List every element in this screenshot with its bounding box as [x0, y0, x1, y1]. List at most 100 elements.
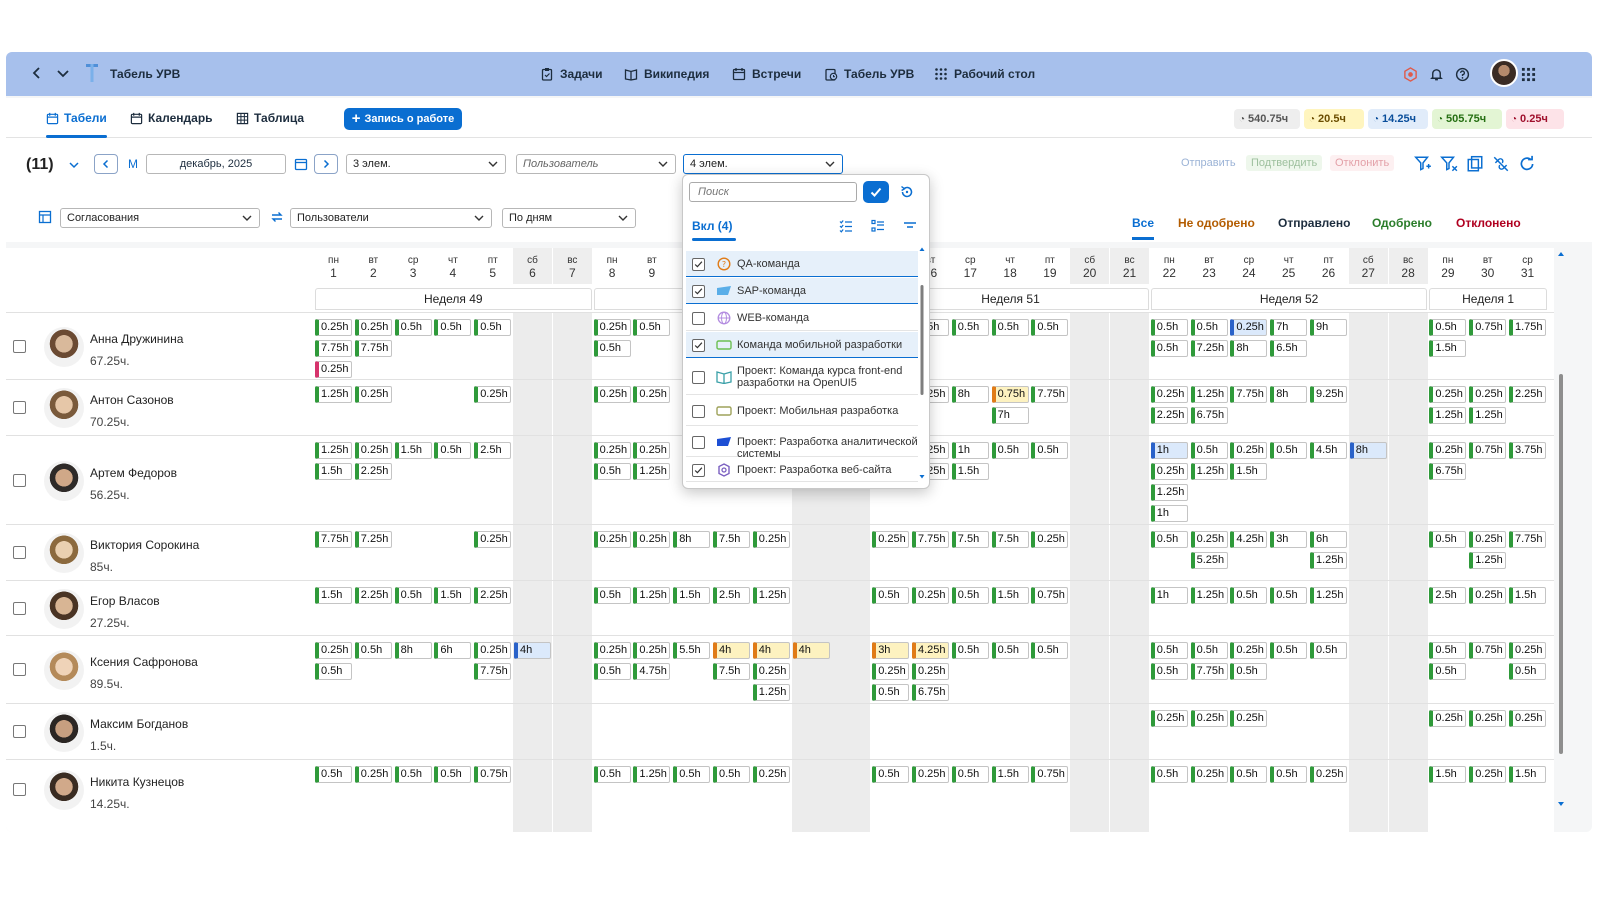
time-entry[interactable]: 7.5h [713, 531, 750, 548]
time-entry[interactable]: 0.5h [1230, 663, 1268, 680]
team-option[interactable]: Проект: Мобильная разработка [686, 396, 918, 426]
time-entry[interactable]: 0.25h [1150, 710, 1188, 727]
time-entry[interactable]: 0.5h [1429, 531, 1467, 548]
time-entry[interactable]: 0.25h [1429, 386, 1467, 403]
time-entry[interactable]: 0.25h [1190, 710, 1228, 727]
time-entry[interactable]: 2.25h [354, 463, 392, 480]
time-entry[interactable]: 0.5h [593, 663, 631, 680]
time-entry[interactable]: 0.25h [593, 319, 631, 336]
time-entry[interactable]: 1.5h [1230, 463, 1268, 480]
time-entry[interactable]: 5.5h [673, 642, 711, 659]
option-checkbox[interactable] [692, 370, 705, 384]
time-entry[interactable]: 0.5h [593, 587, 631, 604]
time-entry[interactable]: 0.75h [1031, 766, 1069, 783]
tab-calendar[interactable]: Календарь [130, 108, 213, 128]
time-entry[interactable]: 0.25h [1469, 710, 1507, 727]
time-entry[interactable]: 0.25h [1469, 587, 1507, 604]
time-entry[interactable]: 1.25h [1190, 463, 1228, 480]
team-option[interactable]: Проект: Команда курса front-end разработ… [686, 359, 918, 395]
user-select[interactable]: Пользователь [516, 154, 676, 174]
time-entry[interactable]: 7h [991, 407, 1029, 424]
time-entry[interactable]: 0.25h [1150, 463, 1188, 480]
time-entry[interactable]: 6.75h [912, 684, 949, 701]
time-entry[interactable]: 1.25h [1150, 484, 1188, 501]
refresh-icon[interactable] [1518, 155, 1536, 173]
time-entry[interactable]: 0.5h [1031, 442, 1069, 459]
time-entry[interactable]: 0.5h [1270, 642, 1308, 659]
time-entry[interactable]: 0.5h [394, 766, 432, 783]
time-entry[interactable]: 0.75h [1031, 587, 1069, 604]
time-entry[interactable]: 0.25h [752, 663, 790, 680]
row-checkbox[interactable] [13, 663, 26, 676]
chevron-down-icon[interactable] [56, 66, 70, 80]
status-tab[interactable]: Одобрено [1372, 216, 1432, 230]
time-entry[interactable]: 1.5h [991, 766, 1029, 783]
view-select[interactable]: Согласования [60, 208, 260, 228]
time-entry[interactable]: 0.5h [434, 442, 472, 459]
time-entry[interactable]: 2.25h [474, 587, 512, 604]
time-entry[interactable]: 1.25h [633, 766, 671, 783]
time-entry[interactable]: 7.5h [991, 531, 1029, 548]
time-entry[interactable]: 0.75h [1469, 319, 1507, 336]
time-entry[interactable]: 0.25h [1230, 442, 1268, 459]
nav-meetings[interactable]: Встречи [732, 62, 801, 86]
time-entry[interactable]: 4h [713, 642, 750, 659]
time-entry[interactable]: 1.5h [673, 587, 711, 604]
time-entry[interactable]: 1h [1150, 442, 1188, 459]
time-entry[interactable]: 0.5h [1230, 587, 1268, 604]
status-tab[interactable]: Отклонено [1456, 216, 1521, 230]
time-entry[interactable]: 1.5h [434, 587, 472, 604]
time-entry[interactable]: 0.75h [1469, 642, 1507, 659]
time-entry[interactable]: 8h [1349, 442, 1387, 459]
tab-timesheets[interactable]: Табели [46, 108, 107, 138]
time-entry[interactable]: 6.75h [1190, 407, 1228, 424]
time-entry[interactable]: 0.25h [1469, 766, 1507, 783]
time-entry[interactable]: 0.25h [315, 361, 352, 378]
nav-timesheet[interactable]: Табель УРВ [824, 62, 914, 86]
time-entry[interactable]: 0.5h [434, 319, 472, 336]
time-entry[interactable]: 0.5h [1429, 319, 1467, 336]
period-field[interactable]: декабрь, 2025 [146, 154, 286, 174]
option-checkbox[interactable] [692, 435, 705, 449]
time-entry[interactable]: 0.5h [872, 684, 910, 701]
team-search-input[interactable] [689, 182, 857, 202]
time-entry[interactable]: 1.5h [1429, 340, 1467, 357]
time-entry[interactable]: 9h [1310, 319, 1347, 336]
time-entry[interactable]: 0.5h [1150, 531, 1188, 548]
time-entry[interactable]: 7.75h [912, 531, 949, 548]
time-entry[interactable]: 0.5h [1230, 766, 1268, 783]
time-entry[interactable]: 0.5h [593, 340, 631, 357]
time-entry[interactable]: 1.5h [951, 463, 989, 480]
time-entry[interactable]: 0.5h [1031, 642, 1069, 659]
time-entry[interactable]: 0.5h [1150, 340, 1188, 357]
tab-table[interactable]: Таблица [236, 108, 304, 128]
time-entry[interactable]: 3h [872, 642, 910, 659]
row-checkbox[interactable] [13, 546, 26, 559]
time-entry[interactable]: 1.25h [752, 684, 790, 701]
add-work-record-button[interactable]: + Запись о работе [344, 108, 462, 130]
time-entry[interactable]: 1.25h [1469, 552, 1507, 569]
time-entry[interactable]: 1.5h [1509, 587, 1546, 604]
time-entry[interactable]: 5.25h [1190, 552, 1228, 569]
time-entry[interactable]: 0.25h [752, 531, 790, 548]
time-entry[interactable]: 0.5h [394, 587, 432, 604]
time-entry[interactable]: 0.25h [633, 642, 671, 659]
time-entry[interactable]: 0.25h [633, 531, 671, 548]
time-entry[interactable]: 0.5h [713, 766, 750, 783]
time-entry[interactable]: 0.25h [593, 642, 631, 659]
time-entry[interactable]: 0.25h [315, 319, 352, 336]
reset-icon[interactable] [899, 184, 915, 200]
time-entry[interactable]: 0.5h [991, 642, 1029, 659]
row-checkbox[interactable] [13, 473, 26, 487]
time-entry[interactable]: 0.5h [1429, 642, 1467, 659]
time-entry[interactable]: 1.5h [394, 442, 432, 459]
time-entry[interactable]: 0.25h [1190, 531, 1228, 548]
time-entry[interactable]: 0.25h [474, 386, 512, 403]
kpi-chip[interactable]: ◔ 14.25ч [1368, 109, 1428, 129]
time-entry[interactable]: 0.75h [1469, 442, 1507, 459]
time-entry[interactable]: 1.5h [1429, 766, 1467, 783]
time-entry[interactable]: 0.25h [1509, 710, 1546, 727]
time-entry[interactable]: 0.5h [434, 766, 472, 783]
time-entry[interactable]: 1h [1150, 587, 1188, 604]
time-entry[interactable]: 0.5h [593, 463, 631, 480]
